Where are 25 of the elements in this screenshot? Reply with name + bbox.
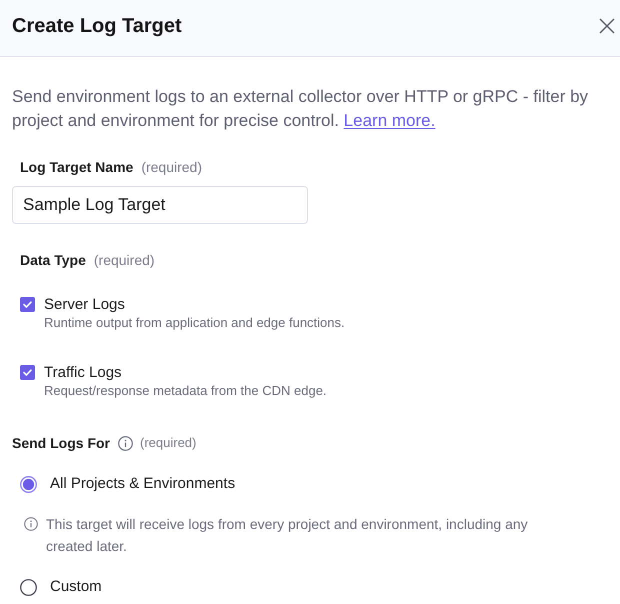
- info-icon[interactable]: [118, 436, 133, 450]
- field-label: Data Type: [20, 251, 86, 270]
- note-text: This target will receive logs from every project and environment, including any created later.: [46, 515, 529, 556]
- field-label: Send Logs For: [12, 434, 110, 453]
- option-description: Request/response metadata from the CDN edge.: [44, 383, 327, 399]
- description-text: Send environment logs to an external collector over HTTP or gRPC - filter by project and environment for precise control. Learn more.: [12, 86, 590, 132]
- field-label: Log Target Name: [20, 158, 134, 177]
- close-button[interactable]: [599, 18, 615, 34]
- input-field[interactable]: Sample Log Target: [12, 186, 308, 224]
- option-description: Runtime output from application and edge functions.: [44, 315, 345, 331]
- close-icon: [599, 18, 615, 34]
- option-label: Custom: [50, 577, 102, 597]
- radio-button[interactable]: [20, 578, 37, 596]
- option-label: Traffic Logs: [44, 363, 122, 383]
- checkbox[interactable]: [20, 365, 35, 380]
- option-label: All Projects & Environments: [50, 474, 236, 494]
- required-hint: (required): [141, 158, 202, 177]
- required-hint: (required): [140, 434, 196, 452]
- radio-button[interactable]: [20, 476, 37, 492]
- learn-more-link[interactable]: Learn more.: [344, 111, 436, 130]
- required-hint: (required): [94, 251, 155, 270]
- option-label: Server Logs: [44, 295, 125, 315]
- info-icon: [24, 517, 38, 531]
- dialog-title: Create Log Target: [12, 14, 182, 38]
- checkbox[interactable]: [20, 297, 35, 312]
